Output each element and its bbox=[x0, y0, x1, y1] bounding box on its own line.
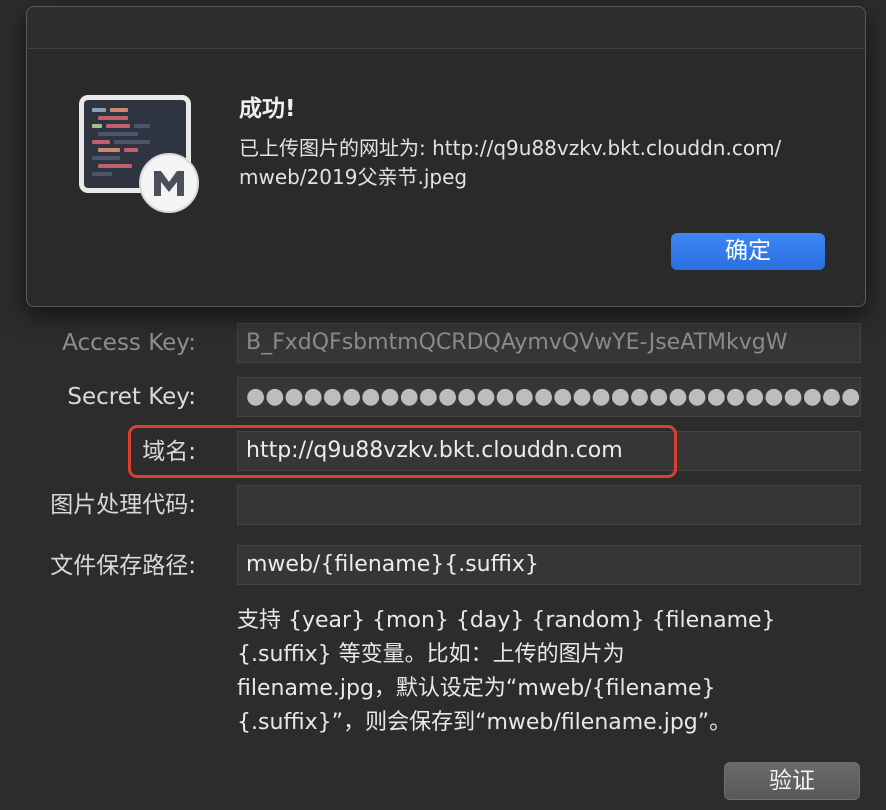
ok-button[interactable]: 确定 bbox=[671, 233, 825, 270]
access-key-field[interactable]: B_FxdQFsbmtmQCRDQAymvQVwYE-JseATMkvgW bbox=[237, 323, 861, 363]
image-process-field[interactable] bbox=[237, 485, 861, 525]
save-path-label: 文件保存路径: bbox=[50, 553, 196, 579]
mweb-m-logo-icon bbox=[139, 153, 199, 213]
hint-line: filename.jpg，默认设定为“mweb/{filename} bbox=[237, 676, 716, 701]
success-alert-sheet: 成功! 已上传图片的网址为: http://q9u88vzkv.bkt.clou… bbox=[26, 6, 866, 307]
access-key-label: Access Key: bbox=[62, 330, 196, 356]
hint-line: {.suffix} 等变量。比如：上传的图片为 bbox=[237, 642, 625, 667]
verify-button[interactable]: 验证 bbox=[724, 762, 860, 800]
domain-highlight-annotation bbox=[128, 425, 677, 478]
hint-line: {.suffix}”，则会保存到“mweb/filename.jpg”。 bbox=[237, 710, 732, 735]
secret-key-label: Secret Key: bbox=[67, 384, 196, 410]
sheet-titlebar bbox=[27, 7, 865, 49]
alert-message-line: 已上传图片的网址为: http://q9u88vzkv.bkt.clouddn.… bbox=[239, 136, 782, 160]
alert-title: 成功! bbox=[239, 96, 296, 122]
image-process-label: 图片处理代码: bbox=[50, 492, 196, 518]
m-letter-icon bbox=[154, 171, 184, 196]
hint-line: 支持 {year} {mon} {day} {random} {filename… bbox=[237, 608, 776, 633]
secret-key-field[interactable]: ●●●●●●●●●●●●●●●●●●●●●●●●●●●●●●●●●●●●●●●●… bbox=[237, 377, 861, 417]
save-path-hint: 支持 {year} {mon} {day} {random} {filename… bbox=[237, 604, 837, 740]
alert-message: 已上传图片的网址为: http://q9u88vzkv.bkt.clouddn.… bbox=[239, 134, 839, 192]
alert-message-line: mweb/2019父亲节.jpeg bbox=[239, 165, 468, 189]
mweb-upload-settings-window: Access Key: B_FxdQFsbmtmQCRDQAymvQVwYE-J… bbox=[0, 0, 886, 810]
save-path-field[interactable]: mweb/{filename}{.suffix} bbox=[237, 545, 861, 585]
